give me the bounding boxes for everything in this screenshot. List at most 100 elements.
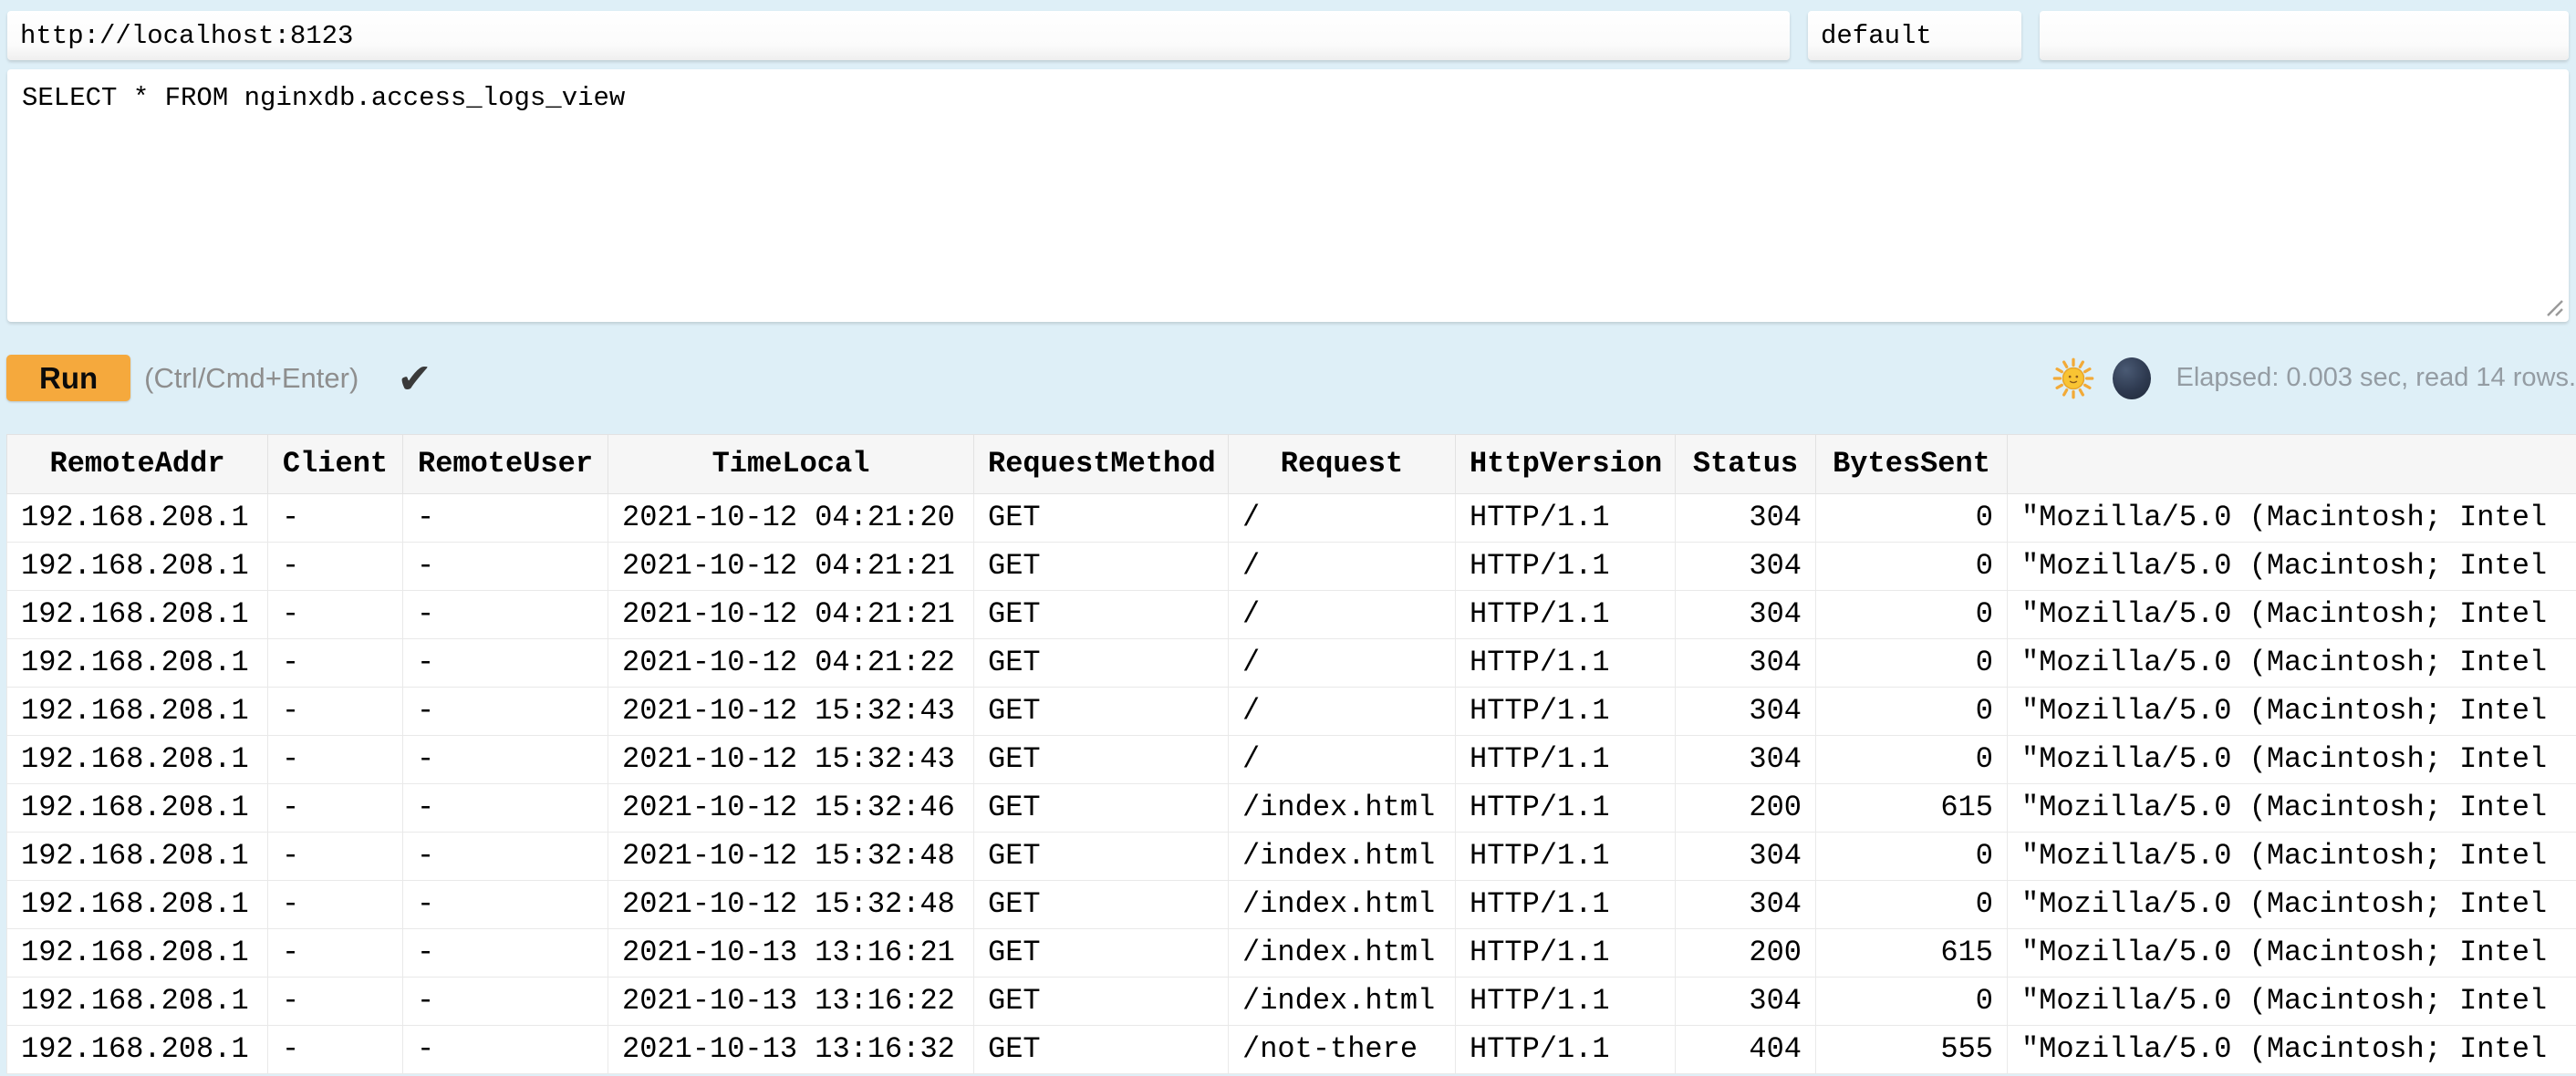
table-cell: HTTP/1.1 (1456, 978, 1676, 1026)
table-row: 192.168.208.1--2021-10-12 15:32:48GET/in… (7, 833, 2576, 881)
column-header: TimeLocal (608, 435, 974, 494)
table-cell: "Mozilla/5.0 (Macintosh; Intel (2008, 881, 2576, 929)
table-cell: - (403, 978, 608, 1026)
table-cell: 2021-10-12 15:32:43 (608, 688, 974, 736)
table-cell: - (268, 833, 403, 881)
table-cell: GET (974, 639, 1229, 688)
table-cell: "Mozilla/5.0 (Macintosh; Intel (2008, 833, 2576, 881)
table-cell: HTTP/1.1 (1456, 881, 1676, 929)
column-header: Request (1229, 435, 1456, 494)
table-cell: - (268, 591, 403, 639)
password-input[interactable] (2040, 11, 2569, 60)
query-textarea[interactable]: SELECT * FROM nginxdb.access_logs_view (7, 69, 2569, 322)
table-cell: - (403, 543, 608, 591)
table-cell: 404 (1676, 1026, 1816, 1074)
column-header (2008, 435, 2576, 494)
table-cell: / (1229, 494, 1456, 543)
results-area: RemoteAddrClientRemoteUserTimeLocalReque… (6, 434, 2576, 1074)
table-cell: /index.html (1229, 978, 1456, 1026)
sun-icon[interactable] (2052, 357, 2094, 399)
table-row: 192.168.208.1--2021-10-13 13:16:22GET/in… (7, 978, 2576, 1026)
table-header-row: RemoteAddrClientRemoteUserTimeLocalReque… (7, 435, 2576, 494)
table-cell: - (268, 978, 403, 1026)
table-cell: 0 (1816, 688, 2008, 736)
run-button[interactable]: Run (6, 355, 130, 401)
column-header: Status (1676, 435, 1816, 494)
table-cell: 192.168.208.1 (7, 978, 268, 1026)
table-cell: 192.168.208.1 (7, 688, 268, 736)
column-header: RemoteUser (403, 435, 608, 494)
table-cell: - (268, 929, 403, 978)
table-row: 192.168.208.1--2021-10-13 13:16:21GET/in… (7, 929, 2576, 978)
table-cell: 304 (1676, 688, 1816, 736)
table-cell: 192.168.208.1 (7, 1026, 268, 1074)
table-cell: / (1229, 543, 1456, 591)
table-cell: 192.168.208.1 (7, 591, 268, 639)
column-header: BytesSent (1816, 435, 2008, 494)
shortcut-hint: (Ctrl/Cmd+Enter) (144, 362, 358, 395)
table-cell: "Mozilla/5.0 (Macintosh; Intel (2008, 591, 2576, 639)
table-cell: "Mozilla/5.0 (Macintosh; Intel (2008, 929, 2576, 978)
table-cell: GET (974, 881, 1229, 929)
resize-handle-icon[interactable] (2539, 292, 2564, 317)
query-editor: SELECT * FROM nginxdb.access_logs_view (7, 69, 2569, 322)
table-cell: HTTP/1.1 (1456, 1026, 1676, 1074)
column-header: Client (268, 435, 403, 494)
table-cell: 304 (1676, 978, 1816, 1026)
user-input[interactable] (1808, 11, 2021, 60)
table-row: 192.168.208.1--2021-10-12 15:32:48GET/in… (7, 881, 2576, 929)
table-cell: 2021-10-12 04:21:22 (608, 639, 974, 688)
table-cell: 2021-10-12 15:32:43 (608, 736, 974, 784)
table-cell: 0 (1816, 833, 2008, 881)
table-cell: GET (974, 929, 1229, 978)
table-row: 192.168.208.1--2021-10-12 04:21:22GET/HT… (7, 639, 2576, 688)
table-cell: 192.168.208.1 (7, 784, 268, 833)
table-cell: HTTP/1.1 (1456, 929, 1676, 978)
table-row: 192.168.208.1--2021-10-12 15:32:46GET/in… (7, 784, 2576, 833)
table-cell: HTTP/1.1 (1456, 494, 1676, 543)
table-row: 192.168.208.1--2021-10-12 15:32:43GET/HT… (7, 736, 2576, 784)
table-cell: "Mozilla/5.0 (Macintosh; Intel (2008, 1026, 2576, 1074)
moon-icon[interactable] (2094, 357, 2151, 399)
table-cell: 2021-10-12 04:21:21 (608, 543, 974, 591)
table-cell: "Mozilla/5.0 (Macintosh; Intel (2008, 978, 2576, 1026)
table-cell: "Mozilla/5.0 (Macintosh; Intel (2008, 784, 2576, 833)
table-cell: - (403, 1026, 608, 1074)
table-cell: - (403, 929, 608, 978)
table-row: 192.168.208.1--2021-10-12 15:32:43GET/HT… (7, 688, 2576, 736)
table-cell: HTTP/1.1 (1456, 543, 1676, 591)
table-cell: /index.html (1229, 784, 1456, 833)
table-cell: GET (974, 591, 1229, 639)
table-cell: 304 (1676, 881, 1816, 929)
table-cell: 2021-10-12 15:32:48 (608, 833, 974, 881)
table-cell: "Mozilla/5.0 (Macintosh; Intel (2008, 639, 2576, 688)
column-header: RequestMethod (974, 435, 1229, 494)
table-cell: 304 (1676, 494, 1816, 543)
table-cell: HTTP/1.1 (1456, 688, 1676, 736)
table-cell: GET (974, 736, 1229, 784)
table-cell: 2021-10-12 15:32:46 (608, 784, 974, 833)
table-cell: - (403, 639, 608, 688)
table-cell: GET (974, 543, 1229, 591)
table-cell: - (403, 784, 608, 833)
table-cell: - (268, 639, 403, 688)
table-row: 192.168.208.1--2021-10-12 04:21:20GET/HT… (7, 494, 2576, 543)
table-cell: - (403, 833, 608, 881)
toolbar: Run (Ctrl/Cmd+Enter) ✔ (0, 322, 2576, 434)
table-cell: GET (974, 688, 1229, 736)
table-cell: 192.168.208.1 (7, 881, 268, 929)
table-cell: - (268, 688, 403, 736)
table-cell: - (268, 784, 403, 833)
table-cell: /not-there (1229, 1026, 1456, 1074)
table-cell: 2021-10-13 13:16:22 (608, 978, 974, 1026)
query-stats: Elapsed: 0.003 sec, read 14 rows. (2176, 363, 2576, 393)
table-cell: GET (974, 784, 1229, 833)
table-cell: / (1229, 591, 1456, 639)
table-cell: 2021-10-13 13:16:21 (608, 929, 974, 978)
table-row: 192.168.208.1--2021-10-12 04:21:21GET/HT… (7, 543, 2576, 591)
results-table: RemoteAddrClientRemoteUserTimeLocalReque… (6, 434, 2576, 1074)
server-url-input[interactable] (7, 11, 1790, 60)
table-cell: "Mozilla/5.0 (Macintosh; Intel (2008, 543, 2576, 591)
table-cell: /index.html (1229, 929, 1456, 978)
table-cell: - (268, 1026, 403, 1074)
